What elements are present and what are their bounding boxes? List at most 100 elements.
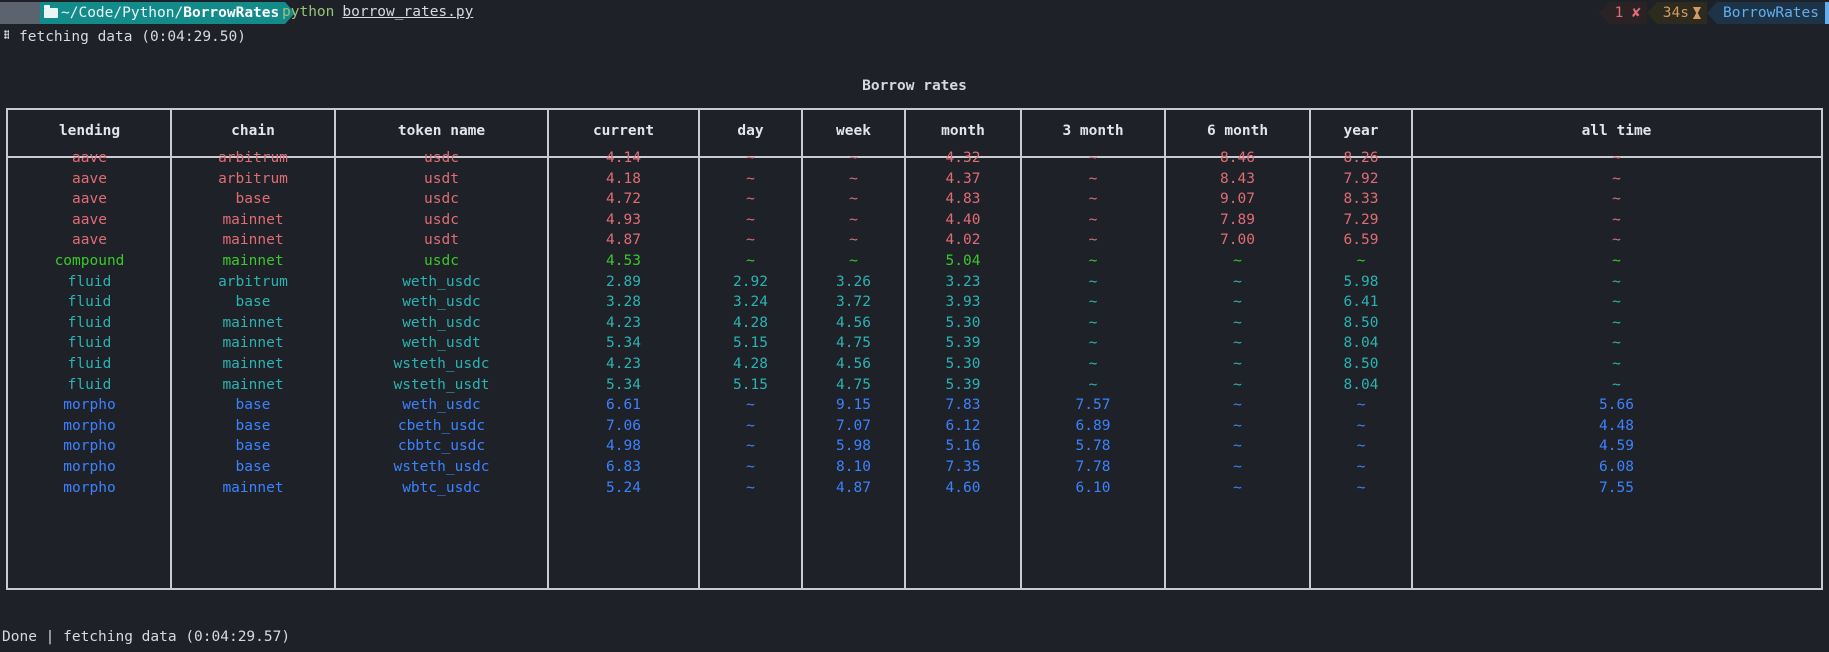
table-cell: mainnet bbox=[222, 479, 284, 496]
table-cell: arbitrum bbox=[218, 273, 288, 290]
table-cell: 8.04 bbox=[1343, 335, 1379, 352]
table-cell: 7.57 bbox=[1075, 397, 1111, 414]
command-line[interactable]: python borrow_rates.py bbox=[282, 4, 473, 20]
folder-icon bbox=[44, 5, 58, 18]
table-cell: 6.08 bbox=[1599, 459, 1634, 475]
table-cell: 5.34 bbox=[606, 335, 641, 352]
column-header: 6 month bbox=[1206, 123, 1269, 139]
segment-edge bbox=[1825, 2, 1829, 24]
table-cell: ~ bbox=[1233, 397, 1242, 414]
table-cell: 4.53 bbox=[606, 253, 641, 269]
table-cell: 4.87 bbox=[836, 479, 871, 496]
table-cell: 5.66 bbox=[1599, 397, 1634, 414]
table-cell: 4.23 bbox=[606, 314, 641, 331]
env-segment: BorrowRates bbox=[1706, 2, 1825, 24]
table-cell: usdc bbox=[424, 150, 459, 166]
table-cell: aave bbox=[72, 170, 107, 187]
table-cell: 7.92 bbox=[1343, 170, 1379, 187]
duration: 34s bbox=[1662, 5, 1689, 21]
table-cell: ~ bbox=[746, 459, 755, 475]
command-argument[interactable]: borrow_rates.py bbox=[342, 4, 473, 20]
table-cell: ~ bbox=[1356, 253, 1366, 269]
table-cell: cbeth_usdc bbox=[397, 417, 486, 434]
table-cell: fluid bbox=[67, 294, 112, 311]
table-cell: ~ bbox=[746, 232, 755, 249]
table-cell: aave bbox=[72, 150, 107, 166]
table-cell: mainnet bbox=[222, 376, 284, 393]
exit-code: 1 ✘ bbox=[1614, 5, 1641, 21]
table-cell: morpho bbox=[63, 438, 116, 455]
table-cell: 4.37 bbox=[945, 170, 981, 187]
table-cell: ~ bbox=[1233, 417, 1242, 434]
table-cell: fluid bbox=[67, 335, 112, 352]
exit-status: 1 ✘ bbox=[1598, 2, 1647, 24]
table-cell: 2.89 bbox=[606, 273, 641, 290]
table-cell: 4.87 bbox=[606, 232, 641, 249]
duration-segment: 34s bbox=[1646, 2, 1707, 24]
table-cell: 6.61 bbox=[606, 397, 641, 414]
table-cell: ~ bbox=[1233, 356, 1242, 372]
table-cell: ~ bbox=[1088, 170, 1098, 187]
table-cell: 5.16 bbox=[945, 438, 981, 455]
table-cell: 8.50 bbox=[1343, 356, 1379, 372]
status-top: fetching data (0:04:29.50) bbox=[19, 29, 246, 45]
table-cell: 5.39 bbox=[945, 376, 981, 393]
table-cell: 2.92 bbox=[733, 273, 768, 290]
table-cell: ~ bbox=[1356, 479, 1366, 496]
table-cell: weth_usdc bbox=[402, 294, 481, 311]
os-segment bbox=[0, 2, 40, 24]
table-cell: 7.35 bbox=[945, 459, 981, 475]
table-cell: 4.40 bbox=[945, 211, 981, 228]
table-cell: ~ bbox=[1233, 253, 1242, 269]
table-cell: ~ bbox=[1088, 273, 1098, 290]
table-cell: 4.83 bbox=[945, 191, 981, 208]
table-cell: fluid bbox=[67, 376, 112, 393]
table-cell: ~ bbox=[1612, 335, 1621, 352]
status-bottom: Done | fetching data (0:04:29.57) bbox=[2, 629, 291, 645]
table-cell: ~ bbox=[1233, 479, 1242, 496]
prompt-right: 1 ✘ 34s BorrowRates bbox=[1598, 2, 1829, 24]
table-cell: aave bbox=[72, 211, 107, 228]
table-cell: ~ bbox=[849, 232, 858, 249]
prompt-left: ~/Code/Python/BorrowRates bbox=[0, 2, 296, 24]
hourglass-icon bbox=[1692, 7, 1701, 19]
table-cell: ~ bbox=[746, 211, 755, 228]
table-cell: ~ bbox=[746, 170, 755, 187]
cwd-dir: BorrowRates bbox=[183, 5, 280, 21]
table-cell: ~ bbox=[746, 191, 755, 208]
table-cell: morpho bbox=[63, 459, 116, 475]
table-cell: arbitrum bbox=[218, 150, 288, 166]
table-cell: fluid bbox=[67, 273, 112, 290]
table-cell: 5.15 bbox=[733, 376, 768, 393]
table-cell: 4.93 bbox=[606, 211, 641, 228]
table-cell: base bbox=[235, 397, 271, 414]
table-cell: usdt bbox=[424, 232, 459, 249]
table-cell: 5.78 bbox=[1075, 438, 1111, 455]
table-cell: 4.28 bbox=[733, 356, 768, 372]
table-cell: 6.41 bbox=[1343, 294, 1379, 311]
table-cell: base bbox=[235, 294, 271, 311]
table-cell: ~ bbox=[746, 438, 755, 455]
table-cell: ~ bbox=[1088, 253, 1098, 269]
table-cell: aave bbox=[72, 191, 107, 208]
table-cell: ~ bbox=[1612, 294, 1621, 311]
table-cell: 3.24 bbox=[733, 294, 768, 311]
table-cell: ~ bbox=[849, 253, 858, 269]
table-cell: ~ bbox=[1088, 314, 1098, 331]
table-cell: 5.34 bbox=[606, 376, 641, 393]
table-cell: 4.23 bbox=[606, 356, 641, 372]
table-cell: 5.98 bbox=[1343, 273, 1379, 290]
table-cell: 9.15 bbox=[836, 397, 871, 414]
table-cell: ~ bbox=[1088, 294, 1098, 311]
table-cell: 7.07 bbox=[836, 417, 871, 434]
table-cell: usdc bbox=[424, 191, 459, 208]
table-cell: 4.59 bbox=[1599, 438, 1634, 455]
table-cell: ~ bbox=[849, 211, 858, 228]
table-cell: ~ bbox=[1612, 232, 1621, 249]
table-cell: morpho bbox=[63, 417, 116, 434]
table-cell: morpho bbox=[63, 479, 116, 496]
table-cell: mainnet bbox=[222, 335, 284, 352]
table-cell: 3.72 bbox=[836, 294, 871, 311]
column-header: chain bbox=[231, 123, 275, 139]
command-name: python bbox=[282, 4, 335, 20]
